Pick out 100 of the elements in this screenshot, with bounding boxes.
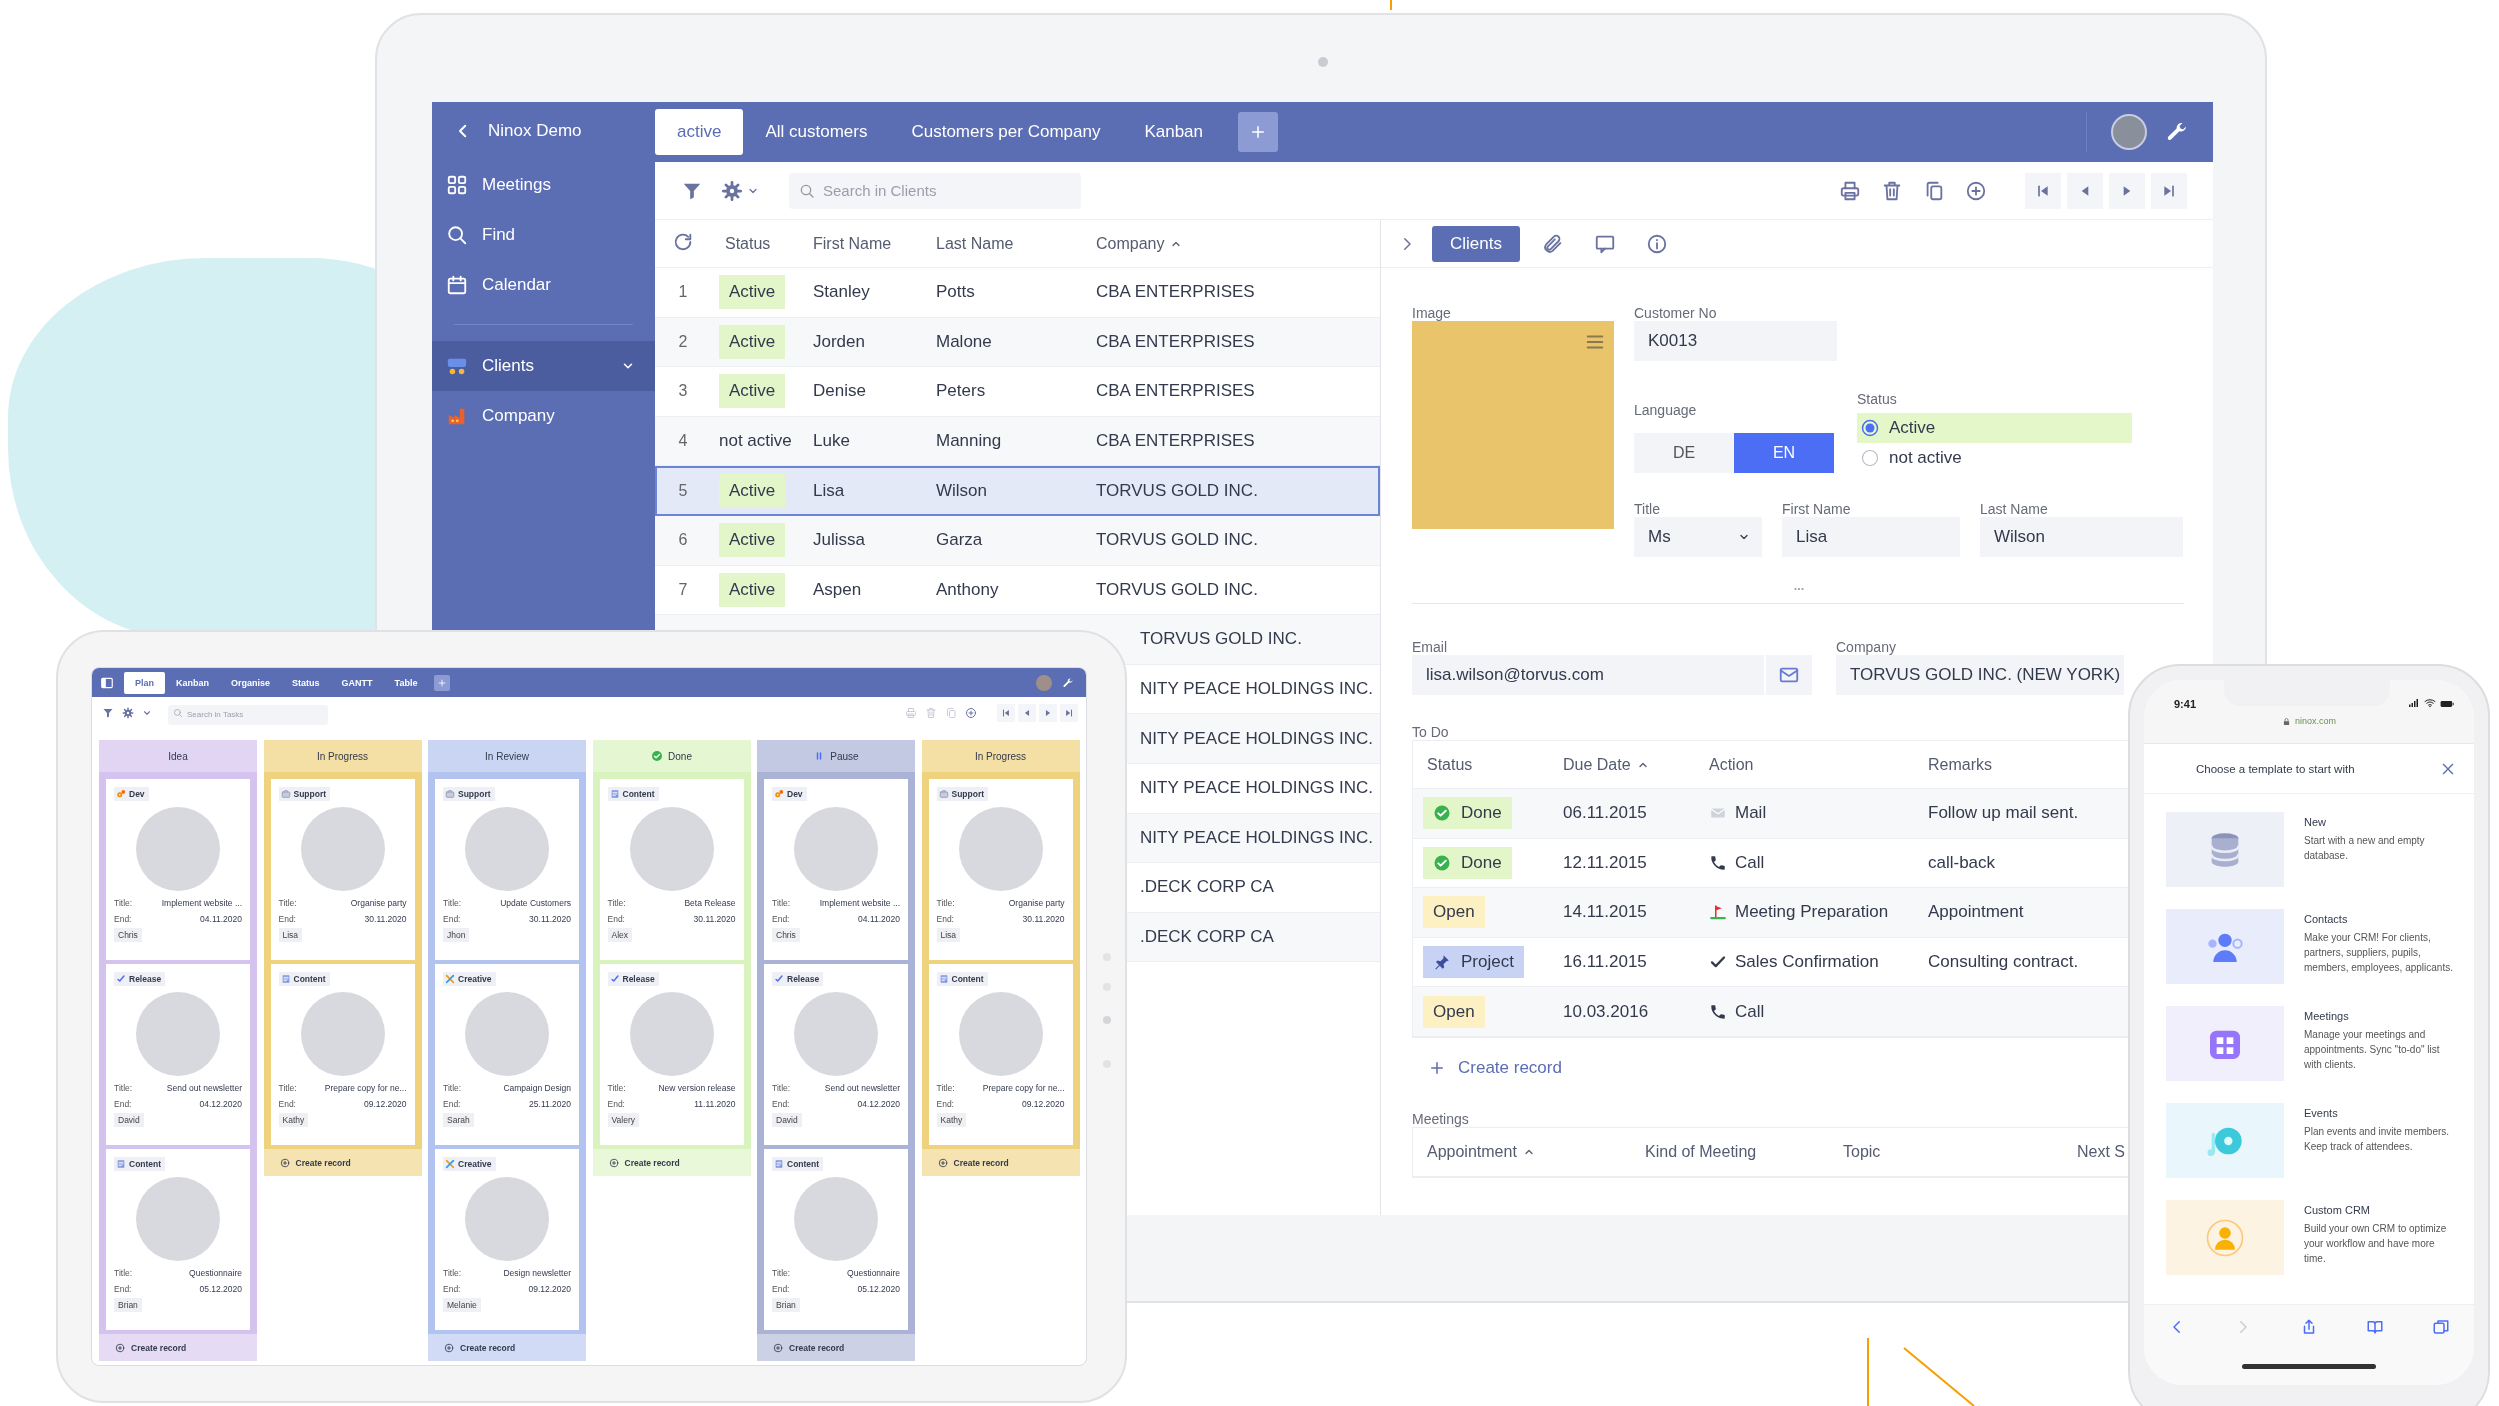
task-card[interactable]: Creative Title: Campaign Design End: 25.11.2020 Sarah: [435, 964, 579, 1145]
template-item[interactable]: Contacts Make your CRM! For clients, partners, suppliers, pupils, members, employees, applicants.: [2166, 909, 2474, 984]
email-field[interactable]: lisa.wilson@torvus.com: [1412, 655, 1764, 695]
create-record-button[interactable]: Create record: [1420, 1051, 1570, 1084]
mail-button[interactable]: [1764, 655, 1812, 695]
next-button[interactable]: [1039, 704, 1057, 722]
next-button[interactable]: [2109, 172, 2145, 209]
column-header[interactable]: Due Date: [1549, 755, 1695, 774]
template-item[interactable]: Meetings Manage your meetings and appointments. Sync "to-do" list with clients.: [2166, 1006, 2474, 1081]
column-header[interactable]: Action: [1695, 755, 1914, 774]
radio-option[interactable]: not active: [1857, 443, 2132, 473]
trash-icon[interactable]: [1881, 179, 1903, 202]
radio-option[interactable]: Active: [1857, 413, 2132, 443]
previous-button[interactable]: [1018, 704, 1036, 722]
sidebar-item[interactable]: Company: [432, 391, 655, 441]
last-record-button[interactable]: [1060, 704, 1078, 722]
paperclip-icon[interactable]: [1541, 232, 1564, 255]
task-card[interactable]: Release Title: Send out newsletter End: 04.12.2020 David: [106, 964, 250, 1145]
column-header[interactable]: Appointment: [1427, 1142, 1535, 1161]
table-row[interactable]: 5 Active Lisa Wilson TORVUS GOLD INC.: [655, 466, 1380, 516]
task-card[interactable]: Content Title: Beta Release End: 30.11.2020 Alex: [599, 779, 744, 960]
add-tab-button[interactable]: [1238, 112, 1279, 152]
task-card[interactable]: Release Title: Send out newsletter End: 04.12.2020 David: [764, 964, 908, 1145]
tab[interactable]: Organise: [220, 671, 282, 694]
print-icon[interactable]: [1839, 179, 1861, 202]
back-link[interactable]: Ninox Demo: [432, 102, 655, 160]
template-item[interactable]: Events Plan events and invite members. Keep track of attendees.: [2166, 1103, 2474, 1178]
text-field[interactable]: Wilson: [1980, 517, 2183, 557]
tab[interactable]: Kanban: [165, 671, 221, 694]
task-card[interactable]: Content Title: Questionnaire End: 05.12.2020 Brian: [106, 1149, 250, 1330]
add-icon[interactable]: [965, 707, 977, 719]
column-header[interactable]: First Name: [799, 234, 922, 253]
wrench-icon[interactable]: [1062, 676, 1074, 689]
task-card[interactable]: Content Title: Prepare copy for ne... End: 09.12.2020 Kathy: [928, 964, 1073, 1145]
tab[interactable]: Status: [281, 671, 331, 694]
task-card[interactable]: Support Title: Organise party End: 30.11.2020 Lisa: [928, 779, 1073, 960]
task-card[interactable]: Support Title: Update Customers End: 30.11.2020 Jhon: [435, 779, 579, 960]
plus-circle-icon: [444, 1342, 454, 1353]
last-record-button[interactable]: [2151, 172, 2187, 209]
gear-icon[interactable]: [721, 179, 743, 202]
task-card[interactable]: Release Title: New version release End: 11.11.2020 Valery: [599, 964, 744, 1145]
column-header[interactable]: Company: [1082, 234, 1380, 253]
column-header[interactable]: Topic: [1843, 1142, 1881, 1161]
tab[interactable]: Clients: [1432, 225, 1520, 262]
caret-icon[interactable]: [142, 708, 152, 718]
table-row[interactable]: 6 Active Julissa Garza TORVUS GOLD INC.: [655, 515, 1380, 566]
column-header[interactable]: Status: [711, 234, 799, 253]
first-record-button[interactable]: [2025, 172, 2061, 209]
search-field[interactable]: Search in Clients: [789, 172, 1081, 209]
template-title: Meetings: [2304, 1010, 2350, 1022]
table-row[interactable]: 2 Active Jorden Malone CBA ENTERPRISES: [655, 317, 1380, 368]
search-field[interactable]: Search in Tasks: [168, 704, 328, 725]
sidebar-item[interactable]: Find: [432, 210, 655, 260]
create-record-button[interactable]: Create record: [99, 1334, 257, 1361]
task-card[interactable]: Support Title: Organise party End: 30.11.2020 Lisa: [270, 779, 415, 960]
create-record-button[interactable]: Create record: [921, 1149, 1080, 1176]
task-card[interactable]: Dev Title: Implement website ... End: 04.11.2020 Chris: [764, 779, 908, 960]
task-card[interactable]: Dev Title: Implement website ... End: 04.11.2020 Chris: [106, 779, 250, 960]
column-header[interactable]: Status: [1413, 755, 1549, 774]
tab[interactable]: Customers per Company: [889, 109, 1123, 155]
tab[interactable]: GANTT: [330, 671, 384, 694]
column-header[interactable]: Last Name: [922, 234, 1082, 253]
table-row[interactable]: 1 Active Stanley Potts CBA ENTERPRISES: [655, 268, 1380, 318]
create-record-button[interactable]: Create record: [428, 1334, 586, 1361]
text-field[interactable]: K0013: [1634, 321, 1837, 361]
template-item[interactable]: New Start with a new and empty database.: [2166, 812, 2474, 887]
tab[interactable]: All customers: [743, 109, 890, 155]
task-card[interactable]: Content Title: Prepare copy for ne... End: 09.12.2020 Kathy: [270, 964, 415, 1145]
table-row[interactable]: 4 not active Luke Manning CBA ENTERPRISES: [655, 416, 1380, 467]
table-row[interactable]: 3 Active Denise Peters CBA ENTERPRISES: [655, 367, 1380, 417]
column-header[interactable]: Next S: [2077, 1142, 2125, 1161]
sidebar-item[interactable]: Calendar: [432, 260, 655, 310]
first-record-button[interactable]: [997, 704, 1015, 722]
template-item[interactable]: Custom CRM Build your own CRM to optimize your workflow and have more time.: [2166, 1200, 2474, 1275]
add-tab-button[interactable]: [434, 674, 451, 691]
sidebar-toggle-icon[interactable]: [100, 675, 114, 690]
dropdown[interactable]: Ms: [1634, 517, 1762, 557]
tab[interactable]: Plan: [124, 671, 165, 694]
previous-button[interactable]: [2067, 172, 2103, 209]
task-card[interactable]: Content Title: Questionnaire End: 05.12.2020 Brian: [764, 1149, 908, 1330]
filter-icon[interactable]: [102, 707, 114, 719]
sidebar-item[interactable]: Meetings: [432, 160, 655, 210]
company-field[interactable]: TORVUS GOLD INC. (NEW YORK): [1836, 655, 2124, 695]
sidebar-item[interactable]: Clients: [432, 341, 655, 391]
language-option[interactable]: DE: [1634, 433, 1734, 473]
create-record-button[interactable]: Create record: [592, 1149, 751, 1176]
avatar[interactable]: [2111, 114, 2147, 150]
create-record-button[interactable]: Create record: [757, 1334, 915, 1361]
tabs-icon[interactable]: [2432, 1317, 2450, 1336]
column-header[interactable]: Kind of Meeting: [1645, 1142, 1757, 1161]
language-option[interactable]: EN: [1734, 433, 1834, 473]
task-card[interactable]: Creative Title: Design newsletter End: 09.12.2020 Melanie: [435, 1149, 579, 1330]
tab[interactable]: Kanban: [1122, 109, 1226, 155]
text-field[interactable]: Lisa: [1782, 517, 1960, 557]
create-record-button[interactable]: Create record: [263, 1149, 422, 1176]
tab[interactable]: Table: [383, 671, 429, 694]
info-icon[interactable]: [1645, 232, 1668, 255]
tab[interactable]: active: [655, 109, 744, 155]
add-icon[interactable]: [1965, 179, 1987, 202]
gear-icon[interactable]: [122, 707, 134, 719]
